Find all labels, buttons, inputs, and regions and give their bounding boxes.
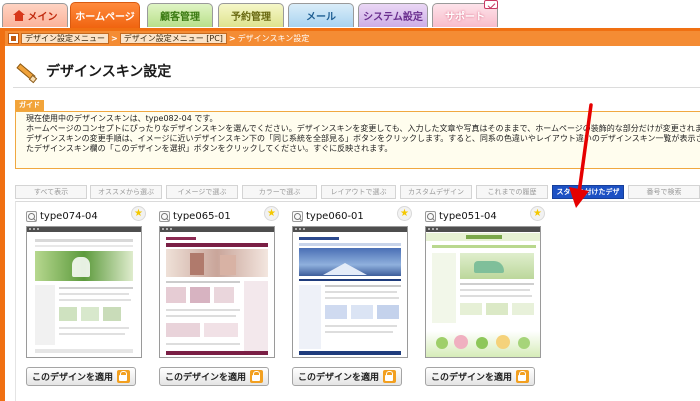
page-title-row: デザインスキン設定 bbox=[14, 58, 171, 84]
tab-customer[interactable]: 顧客管理 bbox=[147, 3, 213, 27]
tab-booking[interactable]: 予約管理 bbox=[218, 3, 284, 27]
card-header: type065-01 bbox=[159, 208, 279, 224]
apply-design-button[interactable]: このデザインを適用 bbox=[425, 367, 535, 386]
apply-design-label: このデザインを適用 bbox=[31, 373, 113, 383]
lock-icon bbox=[516, 370, 529, 383]
page-title: デザインスキン設定 bbox=[46, 64, 172, 80]
pencil-icon bbox=[14, 59, 38, 84]
design-thumbnail[interactable] bbox=[159, 226, 275, 358]
breadcrumb: デザイン設定メニュー > デザイン設定メニュー [PC] > デザインスキン設定 bbox=[5, 31, 700, 46]
filter-number-search-button[interactable]: 番号で検索 bbox=[628, 185, 700, 199]
tab-homepage[interactable]: ホームページ bbox=[70, 2, 140, 28]
star-icon[interactable]: ★ bbox=[264, 206, 279, 221]
apply-design-button[interactable]: このデザインを適用 bbox=[159, 367, 269, 386]
zoom-icon[interactable] bbox=[159, 210, 170, 222]
tab-main-label: メイン bbox=[27, 12, 58, 23]
zoom-icon[interactable] bbox=[425, 210, 436, 222]
card-header: type074-04 bbox=[26, 208, 146, 224]
tab-booking-label: 予約管理 bbox=[231, 12, 271, 23]
breadcrumb-current: デザインスキン設定 bbox=[237, 34, 310, 43]
tab-main[interactable]: メイン bbox=[2, 3, 68, 27]
apply-design-button[interactable]: このデザインを適用 bbox=[292, 367, 402, 386]
design-thumbnail[interactable] bbox=[425, 226, 541, 358]
home-icon bbox=[12, 10, 25, 21]
breadcrumb-separator: > bbox=[228, 34, 236, 43]
filter-custom-design-button[interactable]: カスタムデザイン bbox=[400, 185, 472, 199]
filter-color-button[interactable]: カラーで選ぶ bbox=[242, 185, 317, 199]
star-icon[interactable]: ★ bbox=[131, 206, 146, 221]
design-thumbnail[interactable] bbox=[292, 226, 408, 358]
design-name: type065-01 bbox=[173, 210, 231, 222]
lock-icon bbox=[383, 370, 396, 383]
breadcrumb-design-menu[interactable]: デザイン設定メニュー bbox=[21, 33, 109, 44]
breadcrumb-home-icon[interactable] bbox=[8, 33, 19, 44]
design-card: type060-01 ★ このデザインを適用 bbox=[292, 206, 412, 396]
apply-design-label: このデザインを適用 bbox=[430, 373, 512, 383]
red-annotation-arrow bbox=[569, 103, 593, 208]
filter-image-button[interactable]: イメージで選ぶ bbox=[166, 185, 238, 199]
design-card: type065-01 ★ このデザインを適用 bbox=[159, 206, 279, 396]
star-icon[interactable]: ★ bbox=[397, 206, 412, 221]
star-icon[interactable]: ★ bbox=[530, 206, 545, 221]
design-card: type074-04 ★ このデザインを適用 bbox=[26, 206, 146, 396]
filter-history-button[interactable]: これまでの履歴 bbox=[476, 185, 548, 199]
card-header: type051-04 bbox=[425, 208, 545, 224]
main-tab-bar: メイン ホームページ 顧客管理 予約管理 メール システム設定 サポート bbox=[0, 0, 700, 28]
apply-design-label: このデザインを適用 bbox=[297, 373, 379, 383]
lock-icon bbox=[250, 370, 263, 383]
design-card: type051-04 ★ このデザインを適用 bbox=[425, 206, 545, 396]
breadcrumb-separator: > bbox=[111, 34, 118, 43]
guide-label: ガイド bbox=[15, 100, 44, 111]
filter-layout-button[interactable]: レイアウトで選ぶ bbox=[321, 185, 396, 199]
apply-design-label: このデザインを適用 bbox=[164, 373, 246, 383]
design-name: type074-04 bbox=[40, 210, 98, 222]
tab-support-label: サポート bbox=[445, 12, 485, 23]
tab-system[interactable]: システム設定 bbox=[358, 3, 428, 27]
tab-mail[interactable]: メール bbox=[288, 3, 354, 27]
filter-recommended-button[interactable]: オススメから選ぶ bbox=[90, 185, 162, 199]
design-thumbnail[interactable] bbox=[26, 226, 142, 358]
filter-show-all-button[interactable]: すべて表示 bbox=[15, 185, 87, 199]
title-divider bbox=[13, 87, 700, 88]
zoom-icon[interactable] bbox=[26, 210, 37, 222]
tab-mail-label: メール bbox=[306, 12, 336, 23]
apply-design-button[interactable]: このデザインを適用 bbox=[26, 367, 136, 386]
design-name: type051-04 bbox=[439, 210, 497, 222]
card-header: type060-01 bbox=[292, 208, 412, 224]
tab-system-label: システム設定 bbox=[363, 12, 423, 23]
lock-icon bbox=[117, 370, 130, 383]
design-name: type060-01 bbox=[306, 210, 364, 222]
notification-check-icon[interactable] bbox=[484, 0, 498, 9]
content-area: デザイン設定メニュー > デザイン設定メニュー [PC] > デザインスキン設定… bbox=[5, 31, 700, 401]
tab-homepage-label: ホームページ bbox=[75, 12, 135, 23]
breadcrumb-design-menu-pc[interactable]: デザイン設定メニュー [PC] bbox=[119, 33, 227, 44]
zoom-icon[interactable] bbox=[292, 210, 303, 222]
tab-customer-label: 顧客管理 bbox=[160, 12, 200, 23]
